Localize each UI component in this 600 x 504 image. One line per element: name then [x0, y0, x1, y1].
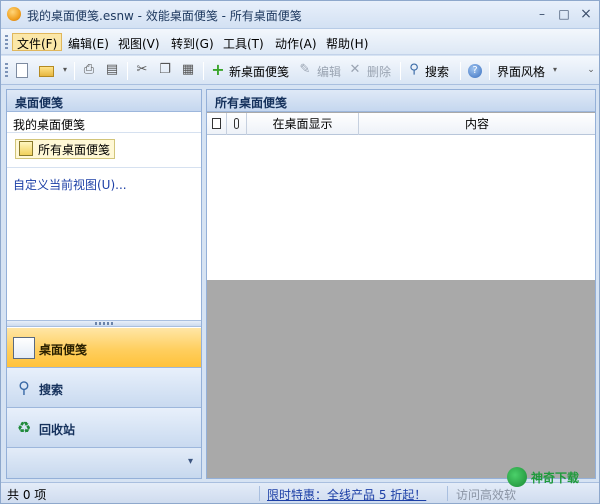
reading-pane: [207, 280, 595, 478]
print-preview-icon[interactable]: ▤: [104, 62, 120, 78]
status-separator: [447, 486, 448, 501]
maximize-button[interactable]: □: [553, 5, 575, 23]
column-header-show-on-desktop[interactable]: 在桌面显示: [247, 113, 359, 135]
notes-folder-icon: [19, 141, 33, 156]
delete-button[interactable]: 删除: [367, 63, 391, 80]
toolbar-separator: [400, 62, 401, 80]
toolbar-separator: [203, 62, 204, 80]
navigation-pane-title: 桌面便笺: [7, 90, 201, 112]
nav-search-label: 搜索: [39, 383, 64, 397]
folder-all-notes-label: 所有桌面便笺: [38, 143, 111, 157]
customize-view-link[interactable]: 自定义当前视图(U)...: [13, 176, 127, 193]
new-document-icon[interactable]: [16, 63, 28, 78]
title-bar[interactable]: 我的桌面便笺.esnw - 效能桌面便笺 - 所有桌面便笺 – □ ×: [1, 1, 599, 29]
menu-bar: 文件(F) 编辑(E) 视图(V) 转到(G) 工具(T) 动作(A) 帮助(H…: [1, 29, 599, 55]
nav-pane-footer: ▾: [7, 448, 201, 478]
style-dropdown-icon[interactable]: ▾: [547, 62, 563, 78]
paperclip-icon: [234, 118, 239, 129]
open-folder-icon[interactable]: [39, 66, 54, 77]
print-icon[interactable]: ⎙: [81, 62, 97, 78]
watermark-logo-icon: [507, 467, 527, 487]
configure-buttons-icon[interactable]: ▾: [188, 456, 193, 467]
window-title: 我的桌面便笺.esnw - 效能桌面便笺 - 所有桌面便笺: [27, 9, 302, 23]
interface-style-button[interactable]: 界面风格: [497, 63, 545, 80]
status-separator: [259, 486, 260, 501]
toolbar: ▾ ⎙ ▤ ✂ ❐ ▦ + 新桌面便笺 ✎ 编辑 ✕ 删除 ⚲ 搜索 ? 界面风…: [1, 56, 599, 85]
nav-recycle-button[interactable]: ♻ 回收站: [7, 408, 201, 448]
menu-actions[interactable]: 动作(A): [271, 34, 321, 52]
promo-link[interactable]: 限时特惠：全线产品 5 折起！: [267, 486, 426, 503]
watermark-text: 神奇下载: [531, 471, 580, 485]
delete-icon: ✕: [349, 62, 361, 77]
recycle-bin-icon: ♻: [16, 418, 32, 437]
menu-view[interactable]: 视图(V): [114, 34, 164, 52]
notes-icon: [13, 337, 35, 359]
grid-header: 在桌面显示 内容: [207, 113, 595, 135]
search-button[interactable]: 搜索: [425, 63, 449, 80]
folder-all-notes[interactable]: 所有桌面便笺: [15, 139, 116, 159]
column-header-content[interactable]: 内容: [359, 113, 595, 135]
notes-grid[interactable]: 在桌面显示 内容 ◀ ▶: [207, 113, 595, 301]
pane-splitter[interactable]: [7, 320, 201, 327]
content-pane-title: 所有桌面便笺: [207, 90, 595, 112]
search-icon: ⚲: [18, 378, 30, 397]
splitter-grip: [95, 322, 113, 325]
menu-edit[interactable]: 编辑(E): [64, 34, 113, 52]
divider: [7, 132, 201, 133]
tree-group-my-notes[interactable]: 我的桌面便笺: [7, 113, 201, 133]
navigation-pane: 桌面便笺 我的桌面便笺 所有桌面便笺 自定义当前视图(U)... 桌面便笺 ⚲ …: [6, 89, 202, 479]
copy-icon[interactable]: ❐: [157, 62, 173, 78]
search-icon[interactable]: ⚲: [406, 62, 422, 78]
help-icon[interactable]: ?: [468, 64, 482, 78]
new-note-button[interactable]: 新桌面便笺: [229, 63, 289, 80]
plus-icon[interactable]: +: [210, 62, 226, 78]
menu-goto[interactable]: 转到(G): [167, 34, 218, 52]
nav-recycle-label: 回收站: [39, 423, 76, 437]
content-pane: 所有桌面便笺 在桌面显示 内容 ◀ ▶: [206, 89, 596, 479]
edit-button[interactable]: 编辑: [317, 63, 341, 80]
toolbar-separator: [127, 62, 128, 80]
menu-help[interactable]: 帮助(H): [322, 34, 372, 52]
open-dropdown-icon[interactable]: ▾: [57, 62, 73, 78]
paste-icon[interactable]: ▦: [180, 62, 196, 78]
column-header-type[interactable]: [207, 113, 227, 135]
toolbar-overflow-icon[interactable]: ⌄: [583, 62, 599, 78]
edit-icon: ✎: [299, 62, 311, 77]
app-window: 我的桌面便笺.esnw - 效能桌面便笺 - 所有桌面便笺 – □ × 文件(F…: [0, 0, 600, 504]
close-button[interactable]: ×: [575, 5, 597, 23]
menu-grip[interactable]: [5, 35, 8, 49]
nav-notes-label: 桌面便笺: [39, 343, 88, 357]
item-count: 共 0 项: [7, 488, 47, 502]
minimize-button[interactable]: –: [531, 5, 553, 23]
watermark: 神奇下载: [507, 467, 599, 489]
menu-file[interactable]: 文件(F): [12, 33, 63, 51]
divider: [7, 167, 201, 168]
toolbar-separator: [74, 62, 75, 80]
toolbar-separator: [460, 62, 461, 80]
toolbar-grip[interactable]: [5, 63, 8, 79]
column-header-attachment[interactable]: [227, 113, 247, 135]
nav-notes-button[interactable]: 桌面便笺: [7, 328, 201, 368]
toolbar-separator: [489, 62, 490, 80]
document-icon: [212, 118, 221, 129]
app-logo-icon: [7, 7, 21, 21]
cut-icon[interactable]: ✂: [134, 62, 150, 78]
menu-tools[interactable]: 工具(T): [219, 34, 268, 52]
nav-search-button[interactable]: ⚲ 搜索: [7, 368, 201, 408]
